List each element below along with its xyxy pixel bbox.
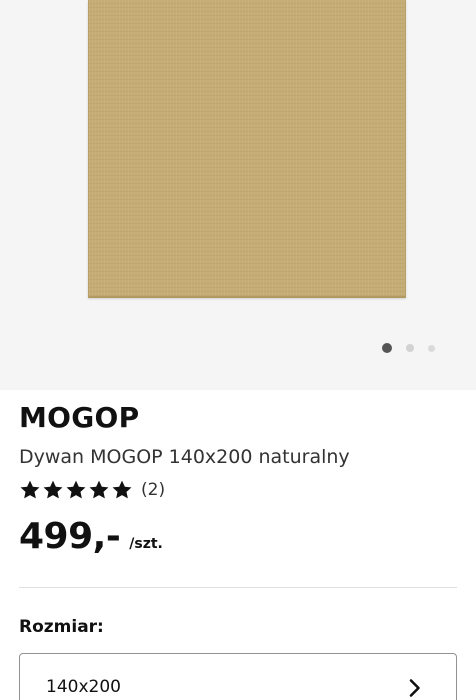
star-icon [112, 480, 132, 499]
gallery-dot-3[interactable] [428, 344, 435, 352]
gallery-dot-2[interactable] [406, 344, 414, 352]
star-icon [43, 480, 63, 499]
chevron-right-icon [409, 679, 420, 697]
product-rating[interactable]: (2) [19, 478, 165, 502]
product-page: MOGOP Dywan MOGOP 140x200 naturalny (2) … [0, 0, 476, 700]
product-title: MOGOP [19, 401, 140, 434]
product-image-gallery[interactable] [0, 0, 476, 390]
size-label: Rozmiar: [19, 617, 104, 637]
price-row: 499,- /szt. [19, 514, 163, 560]
size-selector[interactable]: 140x200 [19, 653, 457, 700]
star-icon [20, 480, 40, 499]
star-icon [89, 480, 109, 499]
gallery-dot-1[interactable] [382, 343, 392, 353]
rating-count[interactable]: (2) [141, 478, 165, 502]
size-value: 140x200 [46, 677, 121, 697]
rug-image[interactable] [88, 0, 406, 298]
product-price: 499,- [19, 516, 121, 557]
gallery-pagination [382, 342, 449, 354]
product-description: Dywan MOGOP 140x200 naturalny [19, 446, 350, 468]
divider [19, 587, 457, 588]
star-icon [66, 480, 86, 499]
price-unit: /szt. [129, 536, 163, 552]
